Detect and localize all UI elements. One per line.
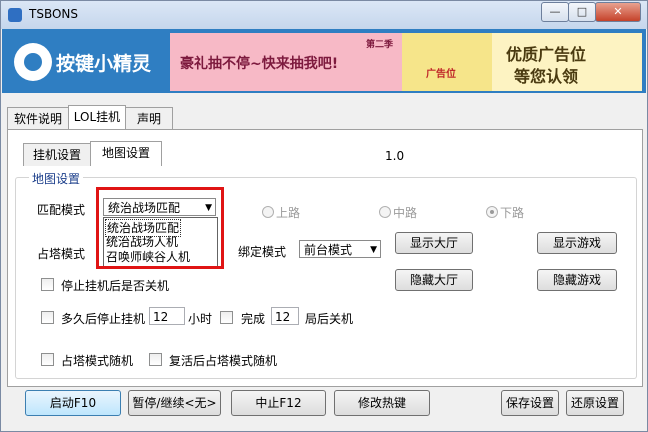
ad-right[interactable]: 优质广告位 等您认领	[492, 33, 642, 91]
ad-mid[interactable]: 广告位	[402, 33, 492, 91]
ad-left[interactable]: 豪礼抽不停~快来抽我吧! 第二季	[170, 33, 402, 91]
revive-tower-random-label: 复活后占塔模式随机	[169, 354, 278, 368]
app-icon	[8, 8, 22, 22]
shutdown-checkbox[interactable]	[41, 278, 54, 291]
shutdown-label: 停止挂机后是否关机	[61, 279, 170, 293]
maximize-button[interactable]: □	[568, 2, 596, 22]
lane-bot-radio[interactable]	[486, 206, 498, 218]
ad-right-line2: 等您认领	[514, 67, 579, 86]
lane-top-label: 上路	[276, 206, 301, 220]
show-lobby-button[interactable]: 显示大厅	[395, 232, 473, 254]
ad-mid-text: 广告位	[426, 69, 456, 80]
hours-unit-label: 小时	[188, 312, 213, 326]
stop-after-label: 多久后停止挂机	[61, 312, 146, 326]
tab-bot-settings[interactable]: 挂机设置	[23, 143, 91, 166]
chevron-down-icon: ▼	[370, 245, 377, 255]
ad-left-text: 豪礼抽不停~快来抽我吧!	[180, 56, 339, 72]
tower-random-checkbox[interactable]	[41, 353, 54, 366]
hide-game-button[interactable]: 隐藏游戏	[537, 269, 617, 291]
tower-mode-label: 占塔模式	[37, 247, 86, 261]
finish-games-input[interactable]: 12	[271, 307, 299, 325]
lane-bot-label: 下路	[500, 206, 525, 220]
finish-games-checkbox[interactable]	[220, 311, 233, 324]
logo-icon	[14, 43, 52, 81]
lane-mid-label: 中路	[393, 206, 418, 220]
restore-settings-button[interactable]: 还原设置	[566, 390, 624, 416]
tab-lol-bot[interactable]: LOL挂机	[68, 105, 126, 130]
title-bar: TSBONS — □ ✕	[1, 1, 647, 29]
save-settings-button[interactable]: 保存设置	[501, 390, 559, 416]
stop-button[interactable]: 中止F12	[231, 390, 326, 416]
tab-map-settings[interactable]: 地图设置	[90, 141, 162, 166]
ad-right-line1: 优质广告位	[506, 45, 587, 64]
bind-mode-value: 前台模式	[304, 243, 353, 257]
lane-top-radio[interactable]	[262, 206, 274, 218]
ad-left-badge: 第二季	[366, 40, 394, 50]
revive-tower-random-checkbox[interactable]	[149, 353, 162, 366]
minimize-button[interactable]: —	[541, 2, 569, 22]
finish-prefix-label: 完成	[241, 312, 266, 326]
start-button[interactable]: 启动F10	[25, 390, 121, 416]
bind-mode-select[interactable]: 前台模式 ▼	[299, 240, 381, 258]
bind-mode-label: 绑定模式	[238, 245, 287, 259]
ad-banner: 按键小精灵 豪礼抽不停~快来抽我吧! 第二季 广告位 优质广告位 等您认领	[2, 29, 646, 93]
tab-statement[interactable]: 声明	[125, 107, 173, 130]
logo-text: 按键小精灵	[56, 53, 152, 75]
pause-button[interactable]: 暂停/继续<无>	[128, 390, 221, 416]
show-game-button[interactable]: 显示游戏	[537, 232, 617, 254]
tab-readme[interactable]: 软件说明	[7, 107, 69, 130]
hide-lobby-button[interactable]: 隐藏大厅	[395, 269, 473, 291]
highlight-frame	[96, 187, 224, 269]
group-title: 地图设置	[29, 170, 84, 187]
match-mode-label: 匹配模式	[37, 203, 86, 217]
window-title: TSBONS	[29, 7, 79, 21]
hotkey-button[interactable]: 修改热键	[334, 390, 430, 416]
close-button[interactable]: ✕	[595, 2, 641, 22]
finish-suffix-label: 局后关机	[305, 312, 354, 326]
stop-after-hours-input[interactable]: 12	[149, 307, 185, 325]
tower-random-label: 占塔模式随机	[61, 354, 134, 368]
lane-mid-radio[interactable]	[379, 206, 391, 218]
stop-after-checkbox[interactable]	[41, 311, 54, 324]
version-label: 1.0	[385, 149, 405, 163]
app-window: TSBONS — □ ✕ 按键小精灵 豪礼抽不停~快来抽我吧! 第二季 广告位 …	[0, 0, 648, 432]
